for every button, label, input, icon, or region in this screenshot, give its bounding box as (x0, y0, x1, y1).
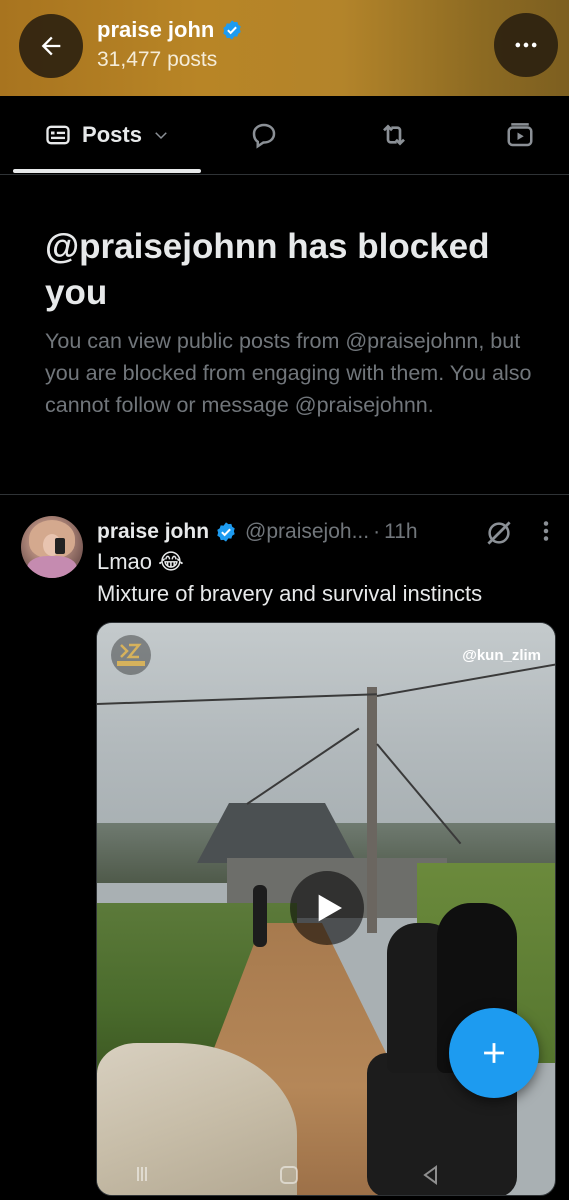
profile-name: praise john (97, 17, 215, 42)
more-options-button[interactable] (494, 13, 558, 77)
post-count: 31,477 posts (97, 48, 218, 71)
media-icon (507, 123, 533, 147)
plus-icon (484, 1043, 504, 1063)
profile-header: praise john 31,477 posts (0, 0, 569, 96)
tabs-divider (0, 174, 569, 175)
profile-tabs: Posts (0, 96, 569, 174)
back-nav-icon[interactable] (420, 1164, 442, 1186)
tab-reposts[interactable] (354, 96, 434, 174)
play-button[interactable] (290, 871, 364, 945)
kz-logo-icon (111, 635, 151, 675)
verified-badge-icon (217, 522, 235, 542)
tab-posts[interactable]: Posts (14, 96, 200, 174)
post-author-handle[interactable]: @praisejoh... (245, 520, 369, 544)
section-divider (0, 494, 569, 495)
avatar[interactable] (21, 516, 83, 578)
post-timestamp[interactable]: 11h (384, 520, 417, 544)
blocked-description: You can view public posts from @praisejo… (45, 329, 532, 417)
post-text-line-2: Mixture of bravery and survival instinct… (97, 581, 483, 606)
compose-button[interactable] (449, 1008, 539, 1098)
verified-badge-icon (223, 20, 242, 40)
blocked-title: @praisejohnn has blocked you (45, 227, 490, 312)
active-tab-indicator (13, 169, 201, 173)
separator-dot: · (373, 520, 381, 543)
post-author-name[interactable]: praise john (97, 520, 209, 544)
play-icon (318, 894, 342, 922)
post-video[interactable]: @kun_zlim (96, 622, 556, 1196)
post-text-line-1: Lmao 😂 (97, 549, 184, 574)
arrow-left-icon (41, 36, 61, 56)
tab-media[interactable] (480, 96, 560, 174)
chevron-down-icon (155, 132, 167, 140)
reposts-icon (383, 124, 405, 146)
more-vertical-icon[interactable] (536, 516, 556, 546)
profile-name-row: praise john (97, 17, 243, 43)
tab-posts-label: Posts (82, 122, 142, 147)
back-button[interactable] (19, 14, 83, 78)
video-walking-person (253, 885, 267, 947)
video-utility-pole (367, 687, 377, 933)
home-icon[interactable] (278, 1164, 300, 1186)
posts-icon (46, 125, 70, 145)
post-header: praise john @praisejoh... · 11h (97, 518, 418, 546)
grok-icon[interactable] (484, 518, 514, 548)
video-watermark-handle: @kun_zlim (462, 647, 541, 664)
tab-replies[interactable] (224, 96, 304, 174)
more-horizontal-icon (515, 42, 537, 48)
recent-apps-icon[interactable] (130, 1164, 154, 1184)
replies-icon (252, 123, 276, 149)
